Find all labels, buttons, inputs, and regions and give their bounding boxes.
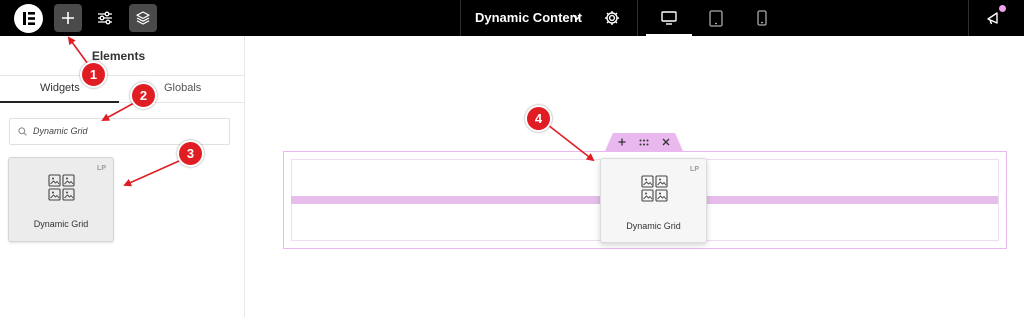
widget-label: Dynamic Grid — [626, 221, 681, 231]
toolbar-divider — [460, 0, 461, 36]
widget-badge: LP — [97, 165, 106, 172]
annotation-4: 4 — [525, 105, 552, 132]
annotation-1: 1 — [80, 61, 107, 88]
top-bar: Dynamic Content — [0, 0, 1024, 36]
elements-panel: Elements Widgets Globals Dynamic Grid LP… — [0, 36, 245, 317]
panel-divider — [0, 75, 245, 76]
annotation-3: 3 — [177, 140, 204, 167]
document-title[interactable]: Dynamic Content — [475, 10, 582, 25]
layers-icon — [136, 11, 150, 25]
tab-widgets[interactable]: Widgets — [40, 82, 80, 94]
dynamic-grid-icon — [641, 175, 668, 202]
widget-card-dynamic-grid[interactable]: LP Dynamic Grid — [8, 157, 114, 242]
section-handle[interactable] — [605, 133, 683, 151]
site-settings-button[interactable] — [91, 4, 119, 32]
notification-dot — [999, 5, 1006, 12]
search-icon — [18, 127, 27, 136]
tab-globals[interactable]: Globals — [164, 82, 201, 94]
panel-title: Elements — [91, 49, 146, 63]
desktop-icon — [661, 11, 677, 25]
gear-icon[interactable] — [603, 9, 621, 27]
drag-handle-icon[interactable] — [639, 139, 649, 146]
close-icon[interactable] — [662, 138, 670, 146]
search-value: Dynamic Grid — [33, 126, 88, 136]
add-element-button[interactable] — [54, 4, 82, 32]
desktop-view-button[interactable] — [646, 0, 692, 36]
widget-badge: LP — [690, 166, 699, 173]
dynamic-grid-icon — [48, 174, 75, 201]
annotation-2: 2 — [130, 82, 157, 109]
chevron-down-icon[interactable] — [571, 11, 583, 23]
sliders-icon — [98, 11, 112, 25]
active-tab-indicator — [0, 101, 119, 103]
toolbar-divider — [968, 0, 969, 36]
structure-button[interactable] — [129, 4, 157, 32]
tablet-view-button[interactable] — [693, 0, 739, 36]
toolbar-divider — [637, 0, 638, 36]
dragged-widget-dynamic-grid[interactable]: LP Dynamic Grid — [600, 158, 707, 243]
tablet-icon — [709, 9, 723, 27]
elementor-logo-icon[interactable] — [14, 4, 43, 33]
widget-label: Dynamic Grid — [33, 219, 89, 229]
mobile-view-button[interactable] — [739, 0, 785, 36]
mobile-icon — [757, 10, 767, 26]
plus-icon — [62, 12, 74, 24]
add-icon[interactable] — [618, 138, 626, 146]
